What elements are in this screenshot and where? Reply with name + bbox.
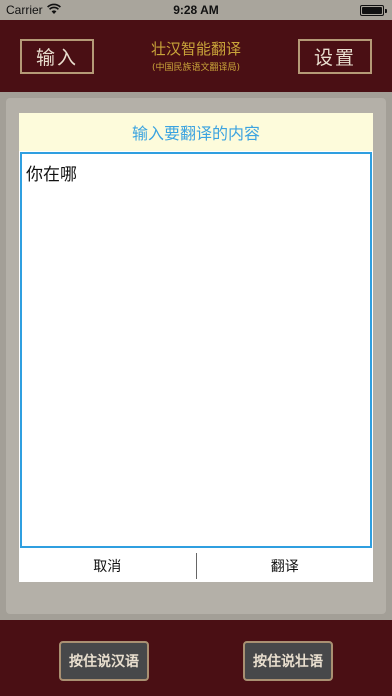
hold-speak-chinese-button[interactable]: 按住说汉语 xyxy=(59,641,149,681)
settings-button[interactable]: 设置 xyxy=(298,39,372,74)
cancel-button[interactable]: 取消 xyxy=(19,550,196,582)
dialog-title: 输入要翻译的内容 xyxy=(19,113,373,151)
battery-icon xyxy=(360,5,387,16)
app-footer: 按住说汉语 按住说壮语 xyxy=(0,620,392,696)
app-title-main: 壮汉智能翻译 xyxy=(150,40,241,58)
clock: 9:28 AM xyxy=(173,3,219,17)
app-header: 输入 壮汉智能翻译 (中国民族语文翻译局) 设置 xyxy=(0,20,392,92)
translate-button[interactable]: 翻译 xyxy=(197,550,374,582)
translate-input[interactable]: 你在哪 xyxy=(20,152,372,548)
translate-dialog: 输入要翻译的内容 你在哪 取消 翻译 xyxy=(19,113,373,582)
status-bar: Carrier 9:28 AM xyxy=(0,0,392,20)
app-title: 壮汉智能翻译 (中国民族语文翻译局) xyxy=(120,38,272,73)
input-button[interactable]: 输入 xyxy=(20,39,94,74)
hold-speak-zhuang-button[interactable]: 按住说壮语 xyxy=(243,641,333,681)
dialog-actions: 取消 翻译 xyxy=(19,550,373,582)
app-title-sub: (中国民族语文翻译局) xyxy=(151,63,241,73)
